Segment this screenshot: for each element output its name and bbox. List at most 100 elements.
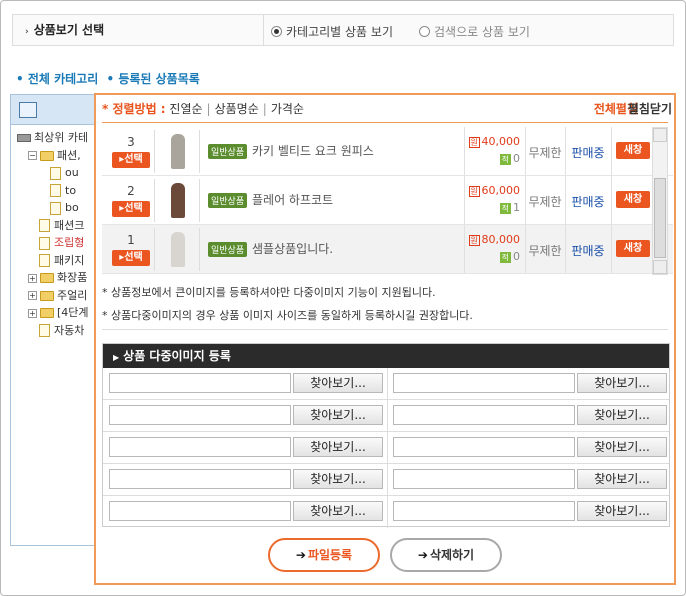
product-price: 원 60,000 [468, 184, 520, 197]
expand-icon[interactable]: + [28, 273, 37, 283]
product-name: 카키 벨티드 요크 원피스 [252, 144, 374, 158]
product-row: 3 ▸선택 일반상품 카키 벨티드 요크 원피스 원 40,000 적0 무제한 … [102, 127, 673, 176]
scroll-down-icon[interactable] [653, 260, 667, 274]
browse-button[interactable]: 찾아보기... [577, 437, 667, 457]
tree-item-label: bo [65, 201, 79, 214]
browse-button[interactable]: 찾아보기... [293, 501, 383, 521]
points-icon: 적 [499, 203, 511, 214]
file-path-input[interactable] [393, 405, 575, 425]
tree-item-label: to [65, 183, 77, 197]
radio-selected-icon[interactable] [271, 26, 282, 37]
file-path-input[interactable] [393, 373, 575, 393]
upload-file-button[interactable]: ➔ 파일등록 [268, 538, 380, 572]
product-points: 적0 [499, 250, 520, 263]
browse-button[interactable]: 찾아보기... [293, 373, 383, 393]
product-price: 원 80,000 [468, 233, 520, 246]
product-status: 판매중 [571, 195, 605, 209]
radio-search-view[interactable]: 검색으로 상품 보기 [419, 23, 530, 40]
folder-icon [40, 150, 54, 161]
new-window-button[interactable]: 새창 [616, 191, 650, 208]
points-icon: 적 [499, 154, 511, 165]
browse-button[interactable]: 찾아보기... [577, 405, 667, 425]
product-points: 적0 [499, 152, 520, 165]
doc-icon [50, 184, 61, 197]
product-thumbnail [154, 130, 200, 173]
select-product-button[interactable]: ▸선택 [112, 201, 150, 217]
folder-icon [40, 273, 54, 283]
browse-button[interactable]: 찾아보기... [577, 501, 667, 521]
product-type-badge: 일반상품 [208, 144, 248, 159]
divider [611, 127, 612, 175]
folder-icon [40, 308, 54, 318]
product-select-panel: * 정렬방법 : 진열순 | 상품명순 | 가격순 전체펼침 펼침닫기 3 ▸선택 일반… [94, 93, 676, 585]
registered-products-link[interactable]: • 등록된 상품목록 [106, 72, 199, 86]
delete-button[interactable]: ➔ 삭제하기 [390, 538, 502, 572]
tree-icon [19, 102, 37, 118]
product-type-badge: 일반상품 [208, 193, 248, 208]
category-links: • 전체 카테고리 • 등록된 상품목록 [16, 70, 204, 87]
select-product-button[interactable]: ▸선택 [112, 250, 150, 266]
select-product-button[interactable]: ▸선택 [112, 152, 150, 168]
product-image [171, 134, 185, 169]
new-window-button[interactable]: 새창 [616, 240, 650, 257]
file-path-input[interactable] [109, 501, 291, 521]
product-name: 플레어 하프코트 [252, 193, 334, 207]
radio-category-view[interactable]: 카테고리별 상품 보기 [271, 23, 393, 40]
product-status: 판매중 [571, 146, 605, 160]
tree-item-label: 패키지 [54, 253, 85, 267]
browse-button[interactable]: 찾아보기... [577, 469, 667, 489]
file-path-input[interactable] [109, 373, 291, 393]
all-categories-link[interactable]: • 전체 카테고리 [16, 72, 98, 86]
points-icon: 적 [499, 252, 511, 263]
tree-item-label: 주얼리 [57, 288, 88, 302]
divider [611, 176, 612, 224]
note-image-size: * 상품다중이미지의 경우 상품 이미지 사이즈를 동일하게 등록하시길 권장합… [102, 309, 473, 322]
divider [102, 329, 668, 330]
product-number: 1 [127, 233, 135, 247]
tree-item-label: [4단계 [57, 306, 89, 319]
scroll-thumb[interactable] [654, 178, 666, 258]
new-window-button[interactable]: 새창 [616, 142, 650, 159]
browse-button[interactable]: 찾아보기... [293, 405, 383, 425]
file-path-input[interactable] [393, 469, 575, 489]
product-list-scrollbar[interactable] [652, 127, 668, 275]
browse-button[interactable]: 찾아보기... [577, 373, 667, 393]
tree-item-label: 자동차 [54, 323, 85, 337]
collapse-all-link[interactable]: 펼침닫기 [628, 100, 672, 117]
upload-row: 찾아보기... 찾아보기... [103, 496, 669, 528]
doc-icon [50, 201, 61, 215]
sort-name[interactable]: 상품명순 [215, 102, 259, 116]
file-path-input[interactable] [109, 437, 291, 457]
tree-item-label: 최상위 카테 [34, 131, 89, 144]
product-stock: 무제한 [528, 146, 562, 160]
scroll-up-icon[interactable] [653, 128, 667, 142]
file-path-input[interactable] [393, 501, 575, 521]
arrow-right-icon: ➔ [295, 548, 306, 562]
product-image [171, 232, 185, 267]
won-icon: 원 [468, 137, 480, 148]
drive-icon [17, 134, 31, 142]
file-path-input[interactable] [109, 469, 291, 489]
expand-icon[interactable]: + [28, 291, 37, 300]
doc-icon [39, 254, 50, 267]
browse-button[interactable]: 찾아보기... [293, 469, 383, 489]
product-row: 1 ▸선택 일반상품 샘플상품입니다. 원 80,000 적0 무제한 판매중 새… [102, 225, 673, 274]
sort-price[interactable]: 가격순 [271, 102, 304, 116]
radio-unselected-icon[interactable] [419, 26, 430, 37]
collapse-icon[interactable]: − [28, 151, 37, 160]
sort-label: * 정렬방법 : [102, 102, 166, 116]
folder-icon [40, 290, 54, 301]
sort-display-order[interactable]: 진열순 [169, 102, 202, 116]
product-thumbnail [154, 228, 200, 271]
browse-button[interactable]: 찾아보기... [293, 437, 383, 457]
divider [102, 122, 668, 123]
product-number: 3 [127, 135, 135, 149]
upload-row: 찾아보기... 찾아보기... [103, 464, 669, 496]
expand-icon[interactable]: + [28, 308, 37, 318]
product-stock: 무제한 [528, 244, 562, 258]
file-path-input[interactable] [393, 437, 575, 457]
product-price: 원 40,000 [468, 135, 520, 148]
file-path-input[interactable] [109, 405, 291, 425]
product-list: 3 ▸선택 일반상품 카키 벨티드 요크 원피스 원 40,000 적0 무제한 … [102, 127, 673, 275]
won-icon: 원 [468, 235, 480, 246]
